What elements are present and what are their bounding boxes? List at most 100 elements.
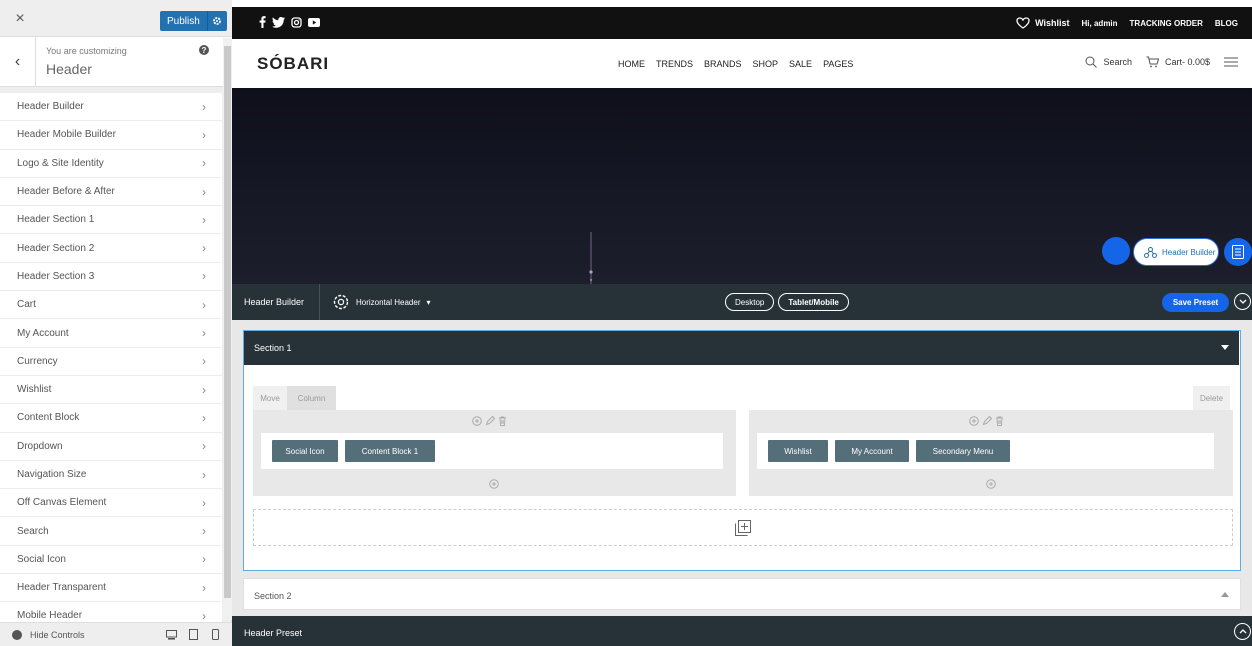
chevron-right-icon: ›	[202, 99, 206, 114]
floating-header-builder-button[interactable]: Header Builder	[1133, 238, 1219, 266]
topbar-links: Wishlist Hi, admin TRACKING ORDER BLOG	[1016, 17, 1238, 29]
hide-controls-label: Hide Controls	[30, 629, 85, 640]
sidebar-item-label: My Account	[17, 327, 69, 339]
mobile-preview-icon[interactable]	[204, 629, 226, 640]
chevron-right-icon: ›	[202, 127, 206, 142]
floating-list-button[interactable]	[1224, 238, 1252, 266]
customizing-title: Header	[46, 61, 92, 77]
sidebar-item-label: Navigation Size	[17, 469, 87, 480]
hero-banner	[232, 88, 1252, 284]
nav-brands[interactable]: BRANDS	[704, 59, 742, 69]
sidebar-item-off-canvas-element[interactable]: Off Canvas Element ›	[0, 489, 222, 518]
chevron-right-icon: ›	[202, 241, 206, 256]
caret-down-icon[interactable]	[1221, 345, 1229, 350]
sidebar-item-header-builder[interactable]: Header Builder ›	[0, 93, 222, 122]
sidebar-scrollbar[interactable]	[223, 38, 232, 620]
sidebar-item-header-transparent[interactable]: Header Transparent ›	[0, 574, 222, 603]
nav-sale[interactable]: SALE	[789, 59, 812, 69]
add-circle-icon[interactable]	[472, 416, 482, 426]
save-preset-button[interactable]: Save Preset	[1162, 293, 1229, 312]
element-secondary-menu[interactable]: Secondary Menu	[916, 440, 1010, 462]
sidebar-item-navigation-size[interactable]: Navigation Size ›	[0, 460, 222, 490]
twitter-icon[interactable]	[272, 16, 285, 28]
sidebar-item-currency[interactable]: Currency ›	[0, 347, 222, 376]
wishlist-link[interactable]: Wishlist	[1016, 17, 1070, 29]
delete-button[interactable]: Delete	[1193, 386, 1230, 410]
hide-controls-button[interactable]: Hide Controls	[12, 629, 160, 640]
move-tab[interactable]: Move	[253, 386, 287, 410]
add-element-icon[interactable]	[986, 479, 996, 489]
sidebar-item-header-mobile-builder[interactable]: Header Mobile Builder ›	[0, 121, 222, 150]
nav-trends[interactable]: TRENDS	[656, 59, 693, 69]
account-greeting-link[interactable]: Hi, admin	[1082, 19, 1118, 28]
desktop-view-button[interactable]: Desktop	[725, 293, 775, 311]
sidebar-item-wishlist[interactable]: Wishlist ›	[0, 375, 222, 405]
cart-button[interactable]: Cart- 0.00$	[1146, 56, 1210, 68]
site-logo[interactable]: SÓBARI	[257, 54, 329, 74]
sidebar-item-my-account[interactable]: My Account ›	[0, 319, 222, 348]
add-element-icon[interactable]	[489, 479, 499, 489]
wishlist-label: Wishlist	[1035, 18, 1070, 28]
sidebar-menu: Header Builder › Header Mobile Builder › L…	[0, 93, 222, 631]
scrollbar-thumb[interactable]	[224, 46, 231, 598]
youtube-icon[interactable]	[308, 17, 320, 27]
sidebar-item-logo-site-identity[interactable]: Logo & Site Identity ›	[0, 149, 222, 178]
pencil-icon[interactable]	[485, 416, 495, 426]
facebook-icon[interactable]	[259, 16, 266, 28]
element-wishlist[interactable]: Wishlist	[768, 440, 828, 462]
trash-icon[interactable]	[995, 416, 1004, 426]
sidebar-item-header-before-after[interactable]: Header Before & After ›	[0, 177, 222, 207]
sidebar-item-header-section-1[interactable]: Header Section 1 ›	[0, 206, 222, 235]
desktop-preview-icon[interactable]	[160, 629, 182, 640]
sidebar-item-label: Content Block	[17, 412, 80, 424]
collapse-builder-button[interactable]	[1234, 293, 1251, 310]
sidebar-item-content-block[interactable]: Content Block ›	[0, 404, 222, 433]
caret-up-icon[interactable]	[1221, 592, 1229, 597]
element-content-block-1[interactable]: Content Block 1	[345, 440, 435, 462]
cart-label: Cart- 0.00$	[1164, 57, 1210, 67]
chevron-right-icon: ›	[202, 467, 206, 482]
nav-shop[interactable]: SHOP	[753, 59, 779, 69]
floating-action-dot[interactable]	[1102, 237, 1130, 265]
close-customizer-button[interactable]: ×	[0, 0, 40, 37]
nav-pages[interactable]: PAGES	[823, 59, 853, 69]
chevron-right-icon: ›	[202, 354, 206, 369]
pencil-icon[interactable]	[982, 416, 992, 426]
hamburger-menu-icon[interactable]	[1224, 57, 1238, 67]
section-2-panel[interactable]: Section 2	[243, 578, 1241, 610]
sidebar-item-header-section-3[interactable]: Header Section 3 ›	[0, 262, 222, 292]
tablet-preview-icon[interactable]	[182, 629, 204, 640]
add-row-button[interactable]	[253, 509, 1233, 546]
nav-home[interactable]: HOME	[618, 59, 645, 69]
header-preset-bar[interactable]: Header Preset	[232, 616, 1252, 646]
sidebar-item-dropdown[interactable]: Dropdown ›	[0, 432, 222, 461]
column-tab[interactable]: Column	[287, 386, 336, 410]
publish-label: Publish	[167, 15, 200, 27]
blog-link[interactable]: BLOG	[1215, 19, 1238, 28]
sidebar-item-label: Header Transparent	[17, 582, 106, 594]
expand-preset-button[interactable]	[1234, 623, 1251, 640]
help-icon[interactable]: ?	[199, 45, 209, 55]
sidebar-item-label: Header Section 2	[17, 242, 95, 254]
tablet-mobile-view-button[interactable]: Tablet/Mobile	[778, 293, 849, 311]
sidebar-item-social-icon[interactable]: Social Icon ›	[0, 545, 222, 575]
trash-icon[interactable]	[498, 416, 507, 426]
tracking-order-link[interactable]: TRACKING ORDER	[1130, 19, 1203, 28]
sidebar-item-cart[interactable]: Cart ›	[0, 291, 222, 320]
element-social-icon[interactable]: Social Icon	[272, 440, 338, 462]
add-circle-icon[interactable]	[969, 416, 979, 426]
sidebar-item-label: Header Mobile Builder	[17, 129, 116, 141]
sidebar-item-label: Logo & Site Identity	[17, 157, 104, 169]
back-button[interactable]: ‹	[0, 37, 36, 87]
publish-settings-gear-icon[interactable]	[206, 11, 227, 31]
search-button[interactable]: Search	[1085, 56, 1132, 68]
header-type-dropdown[interactable]: Horizontal Header ▾	[332, 293, 431, 311]
sidebar-item-header-section-2[interactable]: Header Section 2 ›	[0, 234, 222, 263]
section-1-header[interactable]: Section 1	[244, 331, 1239, 365]
chevron-right-icon: ›	[202, 608, 206, 623]
chevron-right-icon: ›	[202, 382, 206, 397]
element-my-account[interactable]: My Account	[835, 440, 909, 462]
instagram-icon[interactable]	[291, 16, 302, 28]
sidebar-item-search[interactable]: Search ›	[0, 517, 222, 546]
publish-button[interactable]: Publish	[160, 11, 227, 31]
